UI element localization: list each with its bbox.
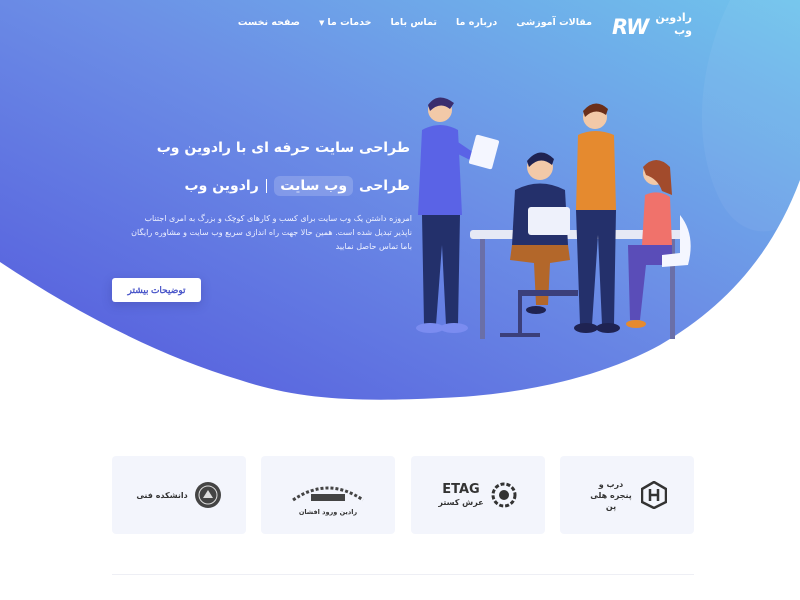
partners-row: درب و پنجره هلی پن ETAG عرش کستر رادین و…	[112, 456, 694, 534]
nav-item-services[interactable]: خدمات ما▼	[319, 17, 371, 28]
subhead-suffix: رادوین وب	[184, 178, 259, 194]
top-nav: RW رادوین وب صفحه نخست خدمات ما▼ تماس با…	[0, 0, 800, 48]
partner-card[interactable]: درب و پنجره هلی پن	[560, 456, 694, 534]
typing-cursor	[265, 179, 268, 193]
main-menu: صفحه نخست خدمات ما▼ تماس باما درباره ما …	[238, 17, 592, 28]
chevron-down-icon: ▼	[318, 19, 325, 27]
partner-name: درب و پنجره هلی پن	[590, 479, 632, 511]
partner-card[interactable]: رادین ورود افشان	[261, 456, 395, 534]
partner-name: رادین ورود افشان	[298, 508, 358, 516]
hero-description: امروزه داشتن یک وب سایت برای کسب و کارها…	[131, 214, 412, 251]
gear-ring-logo-icon	[292, 486, 364, 502]
team-illustration	[416, 97, 691, 339]
nav-item-home[interactable]: صفحه نخست	[238, 17, 300, 28]
partner-name: ETAG	[442, 482, 480, 497]
person-standing-left	[416, 97, 500, 333]
partner-name: دانشکده فنی	[136, 490, 188, 500]
logo-text: رادوین وب	[655, 11, 692, 37]
person-seated-woman	[626, 160, 691, 328]
nav-item-contact[interactable]: تماس باما	[390, 17, 437, 28]
section-divider	[112, 574, 694, 575]
hexagon-h-logo-icon	[641, 481, 667, 509]
subhead-highlight: وب سایت	[274, 176, 354, 196]
logo-mark: RW	[612, 15, 649, 39]
hero-subhead: طراحی وب سایت رادوین وب	[185, 176, 410, 196]
person-seated-center	[510, 152, 578, 314]
partner-card[interactable]: دانشکده فنی	[112, 456, 246, 534]
partner-card[interactable]: ETAG عرش کستر	[411, 456, 545, 534]
logo[interactable]: RW رادوین وب	[612, 11, 692, 40]
partner-label-group: ETAG عرش کستر	[438, 482, 483, 508]
partner-subtitle: عرش کستر	[438, 498, 484, 507]
nav-item-about[interactable]: درباره ما	[456, 17, 497, 28]
hero-headline: طراحی سایت حرفه ای با رادوین وب	[156, 140, 410, 156]
gear-e-logo-icon	[491, 482, 517, 508]
university-seal-icon	[194, 482, 221, 508]
person-standing-right	[574, 103, 620, 333]
nav-item-articles[interactable]: مقالات آموزشی	[516, 17, 592, 28]
more-info-button[interactable]: توضیحات بیشتر	[112, 278, 201, 302]
